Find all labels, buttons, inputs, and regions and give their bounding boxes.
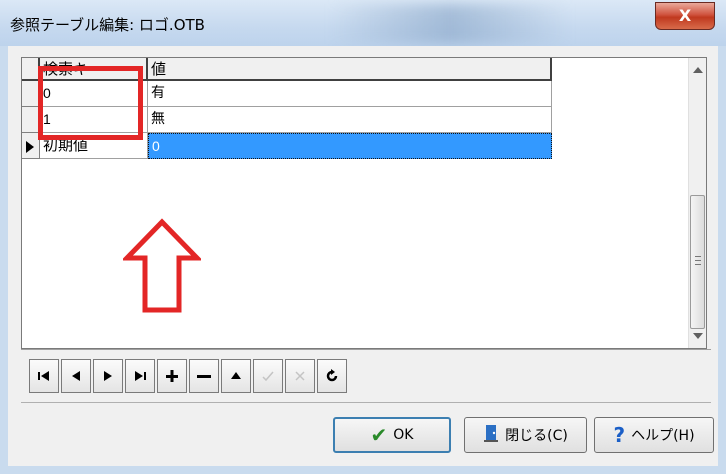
help-question-icon: ? [613, 423, 626, 447]
vertical-scrollbar[interactable] [688, 58, 706, 348]
door-icon [483, 423, 499, 448]
dialog-client: 検索キー 値 0 有 1 無 初期値 0 ✔ OK 閉じる(C) ? ヘルプ(H… [8, 46, 718, 466]
grip-icon [695, 256, 701, 265]
close-button[interactable]: 閉じる(C) [464, 417, 587, 453]
window-title: 参照テーブル編集: ロゴ.OTB [10, 16, 205, 34]
highlight-arrow-icon [123, 218, 201, 313]
check-icon [262, 371, 274, 382]
minus-icon [197, 375, 211, 378]
next-icon [104, 371, 112, 381]
nav-first-button[interactable] [29, 359, 59, 393]
title-bar: 参照テーブル編集: ロゴ.OTB X [0, 0, 726, 46]
title-bar-blur [330, 4, 570, 44]
separator [21, 349, 711, 350]
ok-button-label: OK [393, 427, 414, 443]
scroll-up-icon[interactable] [693, 67, 703, 73]
table-cell-value[interactable]: 有 [148, 81, 552, 107]
ok-button[interactable]: ✔ OK [333, 417, 451, 453]
nav-edit-button[interactable] [221, 359, 251, 393]
nav-cancel-button[interactable] [285, 359, 315, 393]
nav-delete-button[interactable] [189, 359, 219, 393]
prior-icon [72, 371, 80, 381]
nav-post-button[interactable] [253, 359, 283, 393]
check-icon: ✔ [370, 423, 388, 447]
skip-first-icon [38, 371, 49, 381]
plus-icon [166, 370, 178, 382]
skip-last-icon [135, 371, 146, 381]
dialog-window: 参照テーブル編集: ロゴ.OTB X 検索キー 値 0 有 1 無 初期値 0 [0, 0, 726, 474]
column-header-value[interactable]: 値 [148, 58, 552, 81]
separator [21, 402, 711, 403]
nav-refresh-button[interactable] [317, 359, 347, 393]
triangle-up-icon [231, 372, 241, 379]
help-button-label: ヘルプ(H) [631, 428, 695, 444]
table-cell-value-selected[interactable]: 0 [148, 133, 552, 159]
close-window-button[interactable]: X [655, 2, 715, 30]
exit-door-icon [484, 424, 499, 442]
highlight-box [38, 66, 143, 140]
current-row-arrow-icon [26, 141, 34, 153]
nav-last-button[interactable] [125, 359, 155, 393]
close-button-label: 閉じる(C) [505, 428, 568, 444]
nav-insert-button[interactable] [157, 359, 187, 393]
scroll-down-icon[interactable] [693, 333, 703, 339]
cancel-icon [295, 371, 305, 381]
help-button[interactable]: ? ヘルプ(H) [594, 417, 714, 453]
scrollbar-thumb[interactable] [690, 195, 705, 329]
nav-prior-button[interactable] [61, 359, 91, 393]
refresh-icon [326, 369, 338, 382]
table-cell-value[interactable]: 無 [148, 107, 552, 133]
nav-next-button[interactable] [93, 359, 123, 393]
